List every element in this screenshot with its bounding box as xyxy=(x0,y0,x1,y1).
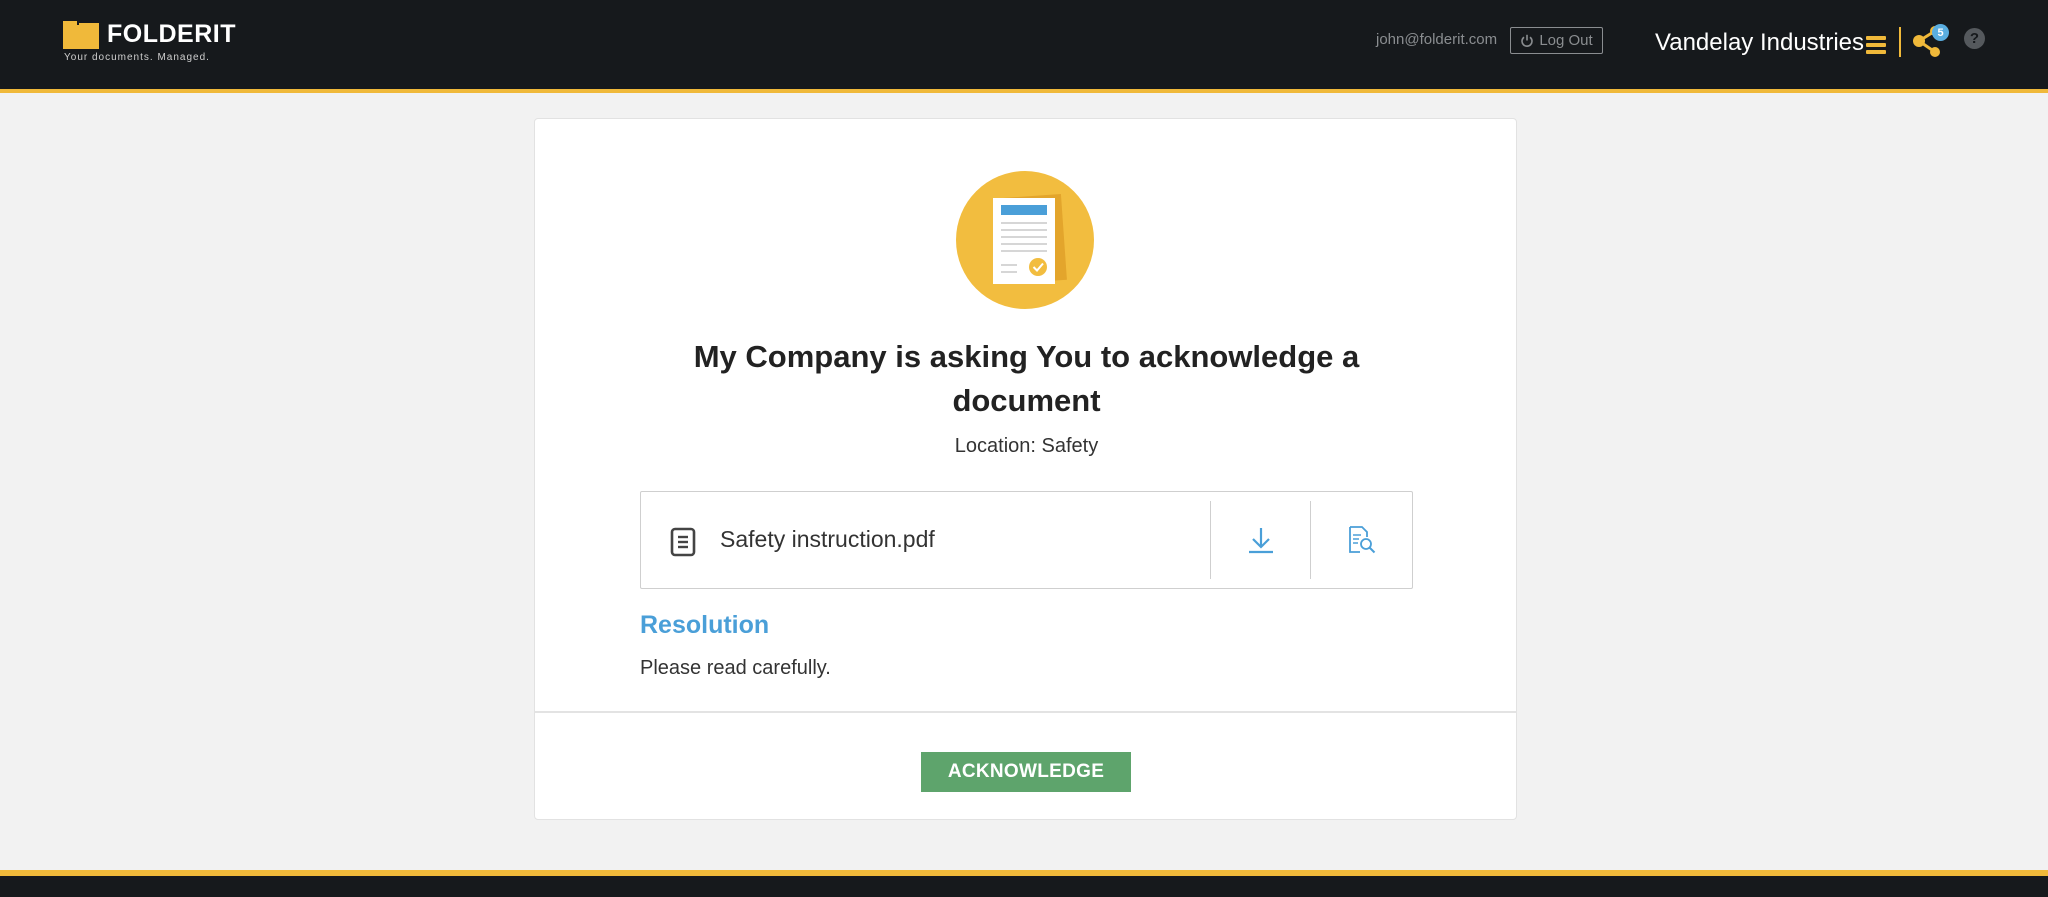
acknowledge-button[interactable]: ACKNOWLEDGE xyxy=(921,752,1131,792)
user-email: john@folderit.com xyxy=(1376,31,1498,48)
header-divider xyxy=(1899,27,1901,57)
document-icon xyxy=(670,527,696,557)
preview-button[interactable] xyxy=(1311,492,1412,588)
logo-tagline: Your documents. Managed. xyxy=(64,52,210,63)
download-icon xyxy=(1248,528,1273,554)
help-icon[interactable]: ? xyxy=(1964,28,1985,49)
preview-icon xyxy=(1348,526,1375,554)
folder-logo-icon xyxy=(63,20,99,49)
company-name[interactable]: Vandelay Industries xyxy=(1655,29,1864,57)
acknowledge-card: My Company is asking You to acknowledge … xyxy=(534,118,1517,820)
logout-button[interactable]: Log Out xyxy=(1510,27,1603,54)
menu-icon[interactable] xyxy=(1866,36,1886,54)
top-navbar: FOLDERIT Your documents. Managed. john@f… xyxy=(0,0,2048,89)
share-count-badge: 5 xyxy=(1932,24,1949,41)
resolution-heading: Resolution xyxy=(640,611,770,639)
power-icon xyxy=(1521,34,1534,47)
resolution-text: Please read carefully. xyxy=(640,657,831,679)
folderit-logo[interactable]: FOLDERIT Your documents. Managed. xyxy=(63,20,236,63)
document-illustration-icon xyxy=(956,171,1094,309)
document-location: Location: Safety xyxy=(954,435,1099,457)
logout-label: Log Out xyxy=(1539,32,1593,49)
download-button[interactable] xyxy=(1211,492,1310,588)
page-title: My Company is asking You to acknowledge … xyxy=(693,339,1360,418)
header-accent-bar xyxy=(0,89,2048,93)
footer xyxy=(0,876,2048,897)
card-divider xyxy=(535,711,1516,713)
logo-name: FOLDERIT xyxy=(107,20,236,48)
file-row: Safety instruction.pdf xyxy=(640,491,1413,589)
file-name[interactable]: Safety instruction.pdf xyxy=(720,526,935,553)
